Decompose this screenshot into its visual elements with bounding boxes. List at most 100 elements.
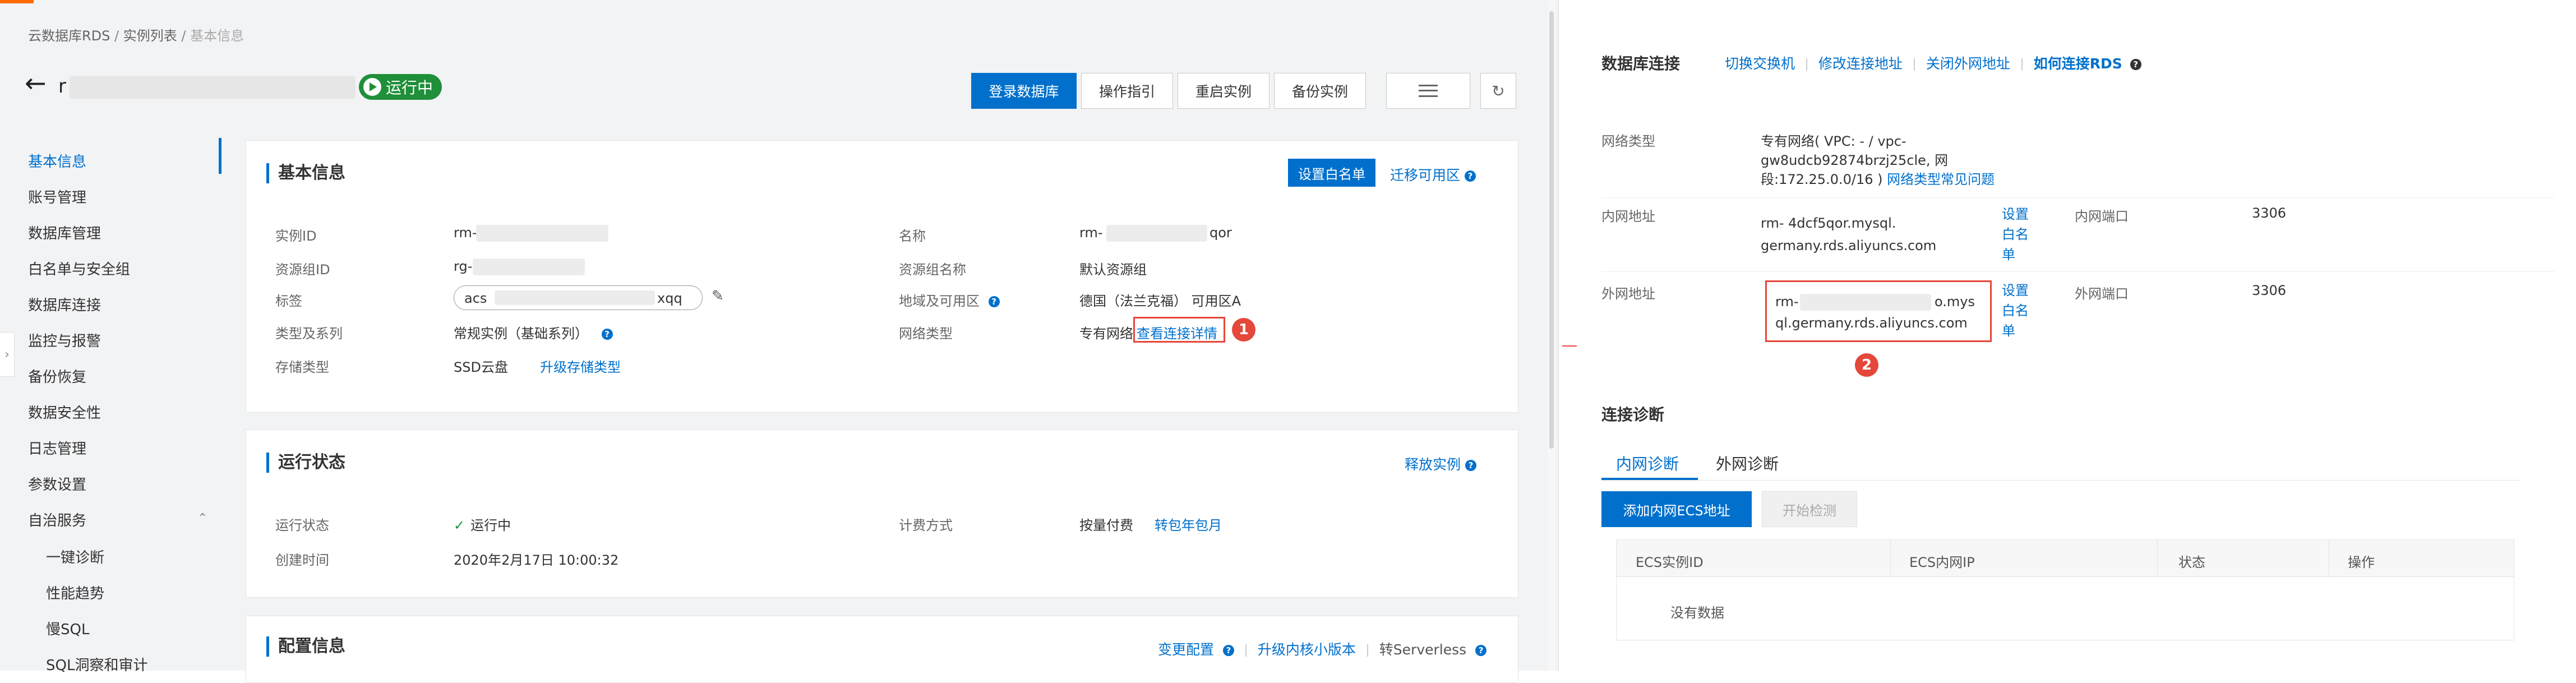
external-port-value: 3306 [2252,283,2287,298]
breadcrumb-instances[interactable]: 实例列表 [123,28,177,44]
backup-button[interactable]: 备份实例 [1274,73,1366,109]
sidebar-item-logs[interactable]: 日志管理 [28,437,86,458]
external-addr-prefix: rm- [1775,294,1799,310]
more-menu-button[interactable] [1386,73,1470,109]
net-faq-link[interactable]: 网络类型常见问题 [1887,172,1995,187]
scrollbar[interactable] [1548,0,1555,671]
back-arrow-icon[interactable]: ← [25,70,47,96]
to-monthly-link[interactable]: 转包年包月 [1155,514,1222,534]
internal-port-label: 内网端口 [2075,209,2129,224]
sidebar-item-backup[interactable]: 备份恢复 [28,366,86,386]
diag-title: 连接诊断 [1601,405,1665,424]
billing-value: 按量付费 [1079,518,1133,533]
start-check-button[interactable]: 开始检测 [1762,491,1857,527]
sidebar-item-monitoring[interactable]: 监控与报警 [28,330,101,350]
instance-id-value: rm- [454,225,477,241]
close-external-link[interactable]: 关闭外网地址 [1926,56,2010,72]
table-header: ECS实例ID ECS内网IP 状态 操作 [1617,540,2514,577]
add-ecs-button[interactable]: 添加内网ECS地址 [1601,491,1752,527]
basic-info-card: 基本信息 设置白名单 迁移可用区 ? 实例ID rm- 资源组ID rg- 标签… [246,140,1518,413]
external-addr-suffix: o.mys [1935,294,1975,310]
sidebar-item-connection[interactable]: 数据库连接 [28,294,101,315]
view-conn-link[interactable]: 查看连接详情 [1137,322,1217,342]
change-config-link[interactable]: 变更配置 [1158,642,1214,658]
rg-name-label: 资源组名称 [899,262,966,278]
chevron-up-icon[interactable]: ⌃ [197,511,207,525]
upgrade-storage-link[interactable]: 升级存储类型 [540,356,621,376]
sidebar-item-basic-info[interactable]: 基本信息 [28,150,86,171]
help-icon[interactable]: ? [1475,645,1487,656]
internal-addr-line1: rm- 4dcf5qor.mysql. [1761,215,1896,231]
sidebar-item-whitelist[interactable]: 白名单与安全组 [28,258,130,279]
restart-button[interactable]: 重启实例 [1178,73,1269,109]
tag-prefix: acs [464,290,487,306]
sidebar-item-params[interactable]: 参数设置 [28,473,86,494]
login-db-button[interactable]: 登录数据库 [971,73,1077,109]
vpc-id-link[interactable]: gw8udcb92874brzj25cle, 网 [1761,149,1948,169]
redacted [473,259,585,275]
rg-id-label: 资源组ID [275,262,330,278]
tab-external-diag[interactable]: 外网诊断 [1716,452,1779,474]
edit-icon[interactable]: ✎ [712,288,724,304]
help-icon[interactable]: ? [1222,645,1234,656]
internal-whitelist-link[interactable]: 设置 白名单 [2002,204,2029,265]
config-card: 配置信息 变更配置 ? 升级内核小版本 转Serverless ? [246,616,1518,683]
help-icon[interactable]: ? [601,329,613,340]
rp-net-type-label: 网络类型 [1601,133,1655,149]
diag-tabs-bar [1601,480,2521,481]
external-addr-line2: ql.germany.rds.aliyuncs.com [1775,315,1968,331]
type-value: 常规实例（基础系列） ? [454,322,613,342]
rp-divider [1601,197,2555,198]
help-icon[interactable]: ? [1464,170,1476,182]
guide-button[interactable]: 操作指引 [1081,73,1173,109]
tag-suffix: xqq [657,290,682,306]
serverless-link[interactable]: 转Serverless [1379,642,1466,658]
run-status-card: 运行状态 释放实例 ? 运行状态 ✓ 运行中 创建时间 2020年2月17日 10… [246,430,1518,598]
help-icon[interactable]: ? [988,296,1000,307]
sidebar-item-autonomy[interactable]: 自治服务 [28,509,86,530]
rg-name-value: 默认资源组 [1079,262,1147,278]
external-whitelist-link[interactable]: 设置 白名单 [2002,280,2029,341]
status-badge: 运行中 [359,74,442,100]
sidebar-active-bar [219,138,221,174]
migrate-zone-link[interactable]: 迁移可用区 ? [1390,164,1476,184]
sidebar-subitem-trend[interactable]: 性能趋势 [46,582,104,603]
region-value: 德国（法兰克福） 可用区A [1079,293,1241,309]
config-actions: 变更配置 ? 升级内核小版本 转Serverless ? [1158,639,1487,659]
connector-line [1562,345,1577,347]
internal-addr-label: 内网地址 [1601,209,1655,224]
tags-label: 标签 [275,293,302,309]
redacted [476,225,608,242]
name-label: 名称 [899,228,926,244]
tag-chip[interactable]: acs xqq [454,285,703,310]
sidebar-collapse-handle[interactable]: › [0,332,15,377]
sidebar-subitem-slowsql[interactable]: 慢SQL [46,618,89,639]
refresh-button[interactable]: ↻ [1480,73,1516,109]
sidebar-subitem-audit[interactable]: SQL洞察和审计 [46,654,147,675]
created-value: 2020年2月17日 10:00:32 [454,552,619,568]
sidebar: 基本信息 账号管理 数据库管理 白名单与安全组 数据库连接 监控与报警 备份恢复… [0,135,224,674]
breadcrumb-current: 基本信息 [190,28,244,44]
how-to-connect-link[interactable]: 如何连接RDS [2034,56,2122,72]
help-icon[interactable]: ? [2130,59,2141,70]
redacted [1106,225,1207,242]
upgrade-minor-link[interactable]: 升级内核小版本 [1258,642,1356,658]
net-type-value: 专有网络 [1079,326,1133,342]
conn-title: 数据库连接 [1601,54,1681,73]
tab-internal-diag[interactable]: 内网诊断 [1616,452,1679,474]
sidebar-item-accounts[interactable]: 账号管理 [28,186,86,207]
sidebar-item-security[interactable]: 数据安全性 [28,402,101,422]
net-type-label: 网络类型 [899,326,953,342]
rp-net-type-line1: 专有网络( VPC: - / vpc- [1761,133,1906,149]
sidebar-item-databases[interactable]: 数据库管理 [28,222,101,243]
help-icon[interactable]: ? [1465,460,1476,471]
step-marker-2: 2 [1855,353,1878,377]
release-link[interactable]: 释放实例 ? [1405,454,1476,474]
set-whitelist-button[interactable]: 设置白名单 [1288,159,1375,187]
switch-vswitch-link[interactable]: 切换交换机 [1725,56,1795,72]
config-title: 配置信息 [266,636,345,657]
modify-addr-link[interactable]: 修改连接地址 [1818,56,1903,72]
run-status-label: 运行状态 [275,518,329,533]
sidebar-subitem-diagnose[interactable]: 一键诊断 [46,546,104,567]
breadcrumb-rds[interactable]: 云数据库RDS [28,28,110,44]
